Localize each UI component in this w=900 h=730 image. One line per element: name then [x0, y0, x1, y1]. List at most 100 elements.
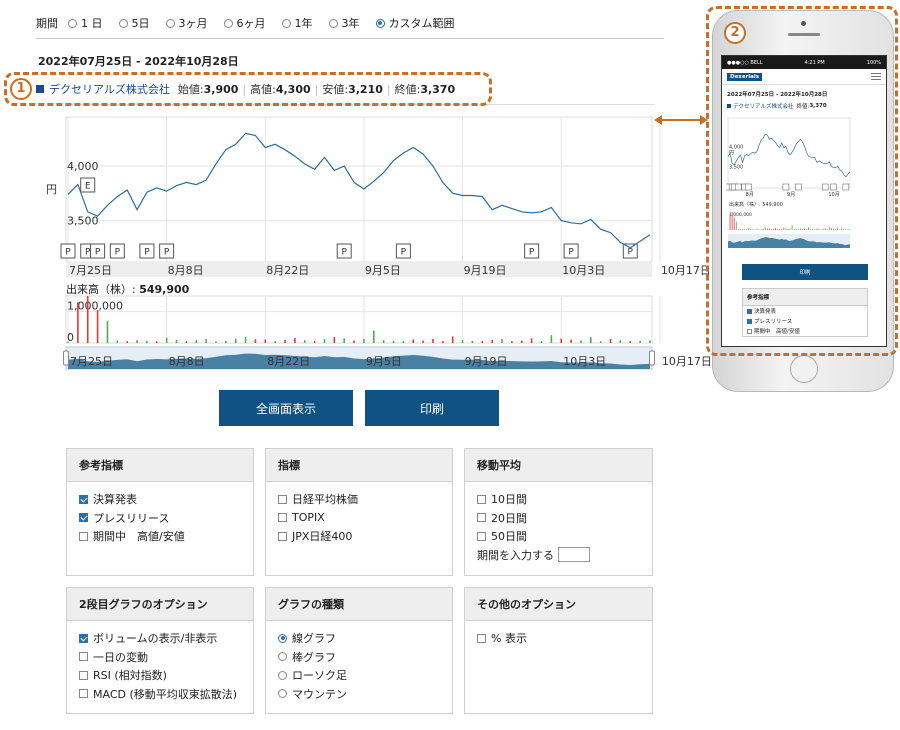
- volume-bar: [234, 338, 237, 343]
- checkbox-checked-icon: [79, 494, 88, 504]
- earnings-marker: E: [80, 177, 96, 193]
- volume-bar: [530, 338, 533, 343]
- option-ma-10[interactable]: 10日間: [477, 490, 640, 509]
- radio-icon: [278, 670, 287, 680]
- navigator-tick-label: 9月19日: [465, 355, 508, 368]
- volume-bar: [461, 340, 464, 343]
- press-release-marker: P: [90, 243, 106, 259]
- option-daily-change[interactable]: 一日の変動: [79, 648, 241, 667]
- marker-text: P: [341, 248, 347, 258]
- volume-bar: [520, 340, 523, 343]
- checkbox-icon: [477, 633, 486, 643]
- volume-bar: [86, 296, 89, 343]
- press-release-marker: P: [395, 243, 411, 259]
- option-topix[interactable]: TOPIX: [278, 509, 440, 528]
- checkbox-icon: [278, 531, 287, 541]
- volume-bar: [313, 340, 316, 343]
- volume-bar: [205, 339, 207, 343]
- marker-text: P: [529, 248, 535, 258]
- volume-bar: [175, 339, 178, 343]
- volume-bar: [274, 341, 276, 343]
- checkbox-icon: [79, 670, 88, 680]
- x-tick-label: 9月19日: [464, 264, 507, 277]
- checkbox-icon: [477, 531, 486, 541]
- checkbox-checked-icon: [79, 513, 88, 523]
- option-line-graph[interactable]: 線グラフ: [278, 629, 440, 648]
- volume-bar: [303, 340, 306, 343]
- checkbox-icon: [278, 494, 287, 504]
- volume-bar: [106, 321, 109, 343]
- volume-y-tick: 1,000,000: [67, 300, 123, 313]
- option-press-release[interactable]: プレスリリース: [79, 509, 241, 528]
- radio-icon: [278, 652, 287, 662]
- custom-period-input[interactable]: [558, 547, 590, 563]
- option-mountain[interactable]: マウンテン: [278, 685, 440, 704]
- fullscreen-button[interactable]: 全画面表示: [219, 390, 353, 426]
- navigator-handle[interactable]: [63, 350, 69, 366]
- option-macd[interactable]: MACD (移動平均収束拡散法): [79, 685, 241, 704]
- volume-bar: [580, 340, 582, 343]
- navigator-tick-label: 10月17日: [662, 355, 712, 368]
- radio-selected-icon: [278, 633, 287, 643]
- volume-bar: [550, 335, 553, 343]
- option-earnings[interactable]: 決算発表: [79, 490, 241, 509]
- option-ma-50[interactable]: 50日間: [477, 527, 640, 546]
- x-tick-label: 10月17日: [661, 264, 711, 277]
- option-bar-graph[interactable]: 棒グラフ: [278, 648, 440, 667]
- panel-title: 移動平均: [465, 449, 652, 482]
- panel-title: その他のオプション: [465, 588, 652, 621]
- volume-bar: [136, 340, 138, 343]
- marker-text: E: [85, 182, 91, 192]
- print-button[interactable]: 印刷: [365, 390, 499, 426]
- y-tick-label: 4,000: [67, 160, 99, 173]
- panel-other-options: その他のオプション % 表示: [464, 587, 653, 714]
- press-release-marker: P: [159, 243, 175, 259]
- option-ma-20[interactable]: 20日間: [477, 509, 640, 528]
- volume-bar: [165, 337, 168, 343]
- radio-icon: [278, 689, 287, 699]
- x-tick-label: 8月22日: [266, 264, 309, 277]
- option-nikkei[interactable]: 日経平均株価: [278, 490, 440, 509]
- volume-bar: [363, 338, 365, 343]
- option-rsi[interactable]: RSI (相対指数): [79, 666, 241, 685]
- volume-bar: [560, 338, 563, 343]
- volume-bar: [294, 337, 296, 343]
- marker-text: P: [164, 248, 170, 258]
- volume-bar: [372, 330, 375, 343]
- navigator-handle[interactable]: [649, 350, 655, 366]
- y-tick-label: 3,500: [67, 215, 99, 228]
- option-percent-display[interactable]: % 表示: [477, 629, 640, 648]
- volume-bar: [333, 337, 336, 343]
- option-jpx400[interactable]: JPX日経400: [278, 527, 440, 546]
- volume-bar: [481, 341, 484, 343]
- press-release-marker: P: [563, 243, 579, 259]
- volume-bar: [215, 341, 217, 343]
- marker-text: P: [144, 248, 150, 258]
- checkbox-icon: [79, 652, 88, 662]
- x-tick-label: 7月25日: [69, 264, 112, 277]
- option-period-high-low[interactable]: 期間中 高値/安値: [79, 527, 241, 546]
- checkbox-icon: [278, 513, 287, 523]
- volume-bar: [254, 339, 257, 343]
- option-volume-toggle[interactable]: ボリュームの表示/非表示: [79, 629, 241, 648]
- marker-text: P: [401, 248, 407, 258]
- custom-period-row: 期間を入力する: [477, 546, 640, 565]
- volume-bar: [323, 339, 326, 343]
- option-candlestick[interactable]: ローソク足: [278, 666, 440, 685]
- custom-period-label: 期間を入力する: [477, 548, 554, 562]
- volume-bar: [146, 340, 148, 343]
- volume-bar: [649, 340, 651, 343]
- volume-bar: [392, 340, 395, 343]
- checkbox-icon: [477, 513, 486, 523]
- volume-bar: [570, 339, 572, 343]
- volume-bar: [382, 340, 385, 343]
- panel-title: 2段目グラフのオプション: [67, 588, 253, 621]
- volume-bar: [284, 339, 286, 343]
- navigator-tick-label: 9月5日: [366, 355, 402, 368]
- navigator-tick-label: 8月8日: [169, 355, 205, 368]
- home-button-icon: [790, 355, 818, 383]
- checkbox-icon: [79, 531, 88, 541]
- volume-bar: [155, 341, 158, 343]
- marker-text: P: [568, 248, 574, 258]
- marker-text: P: [65, 248, 71, 258]
